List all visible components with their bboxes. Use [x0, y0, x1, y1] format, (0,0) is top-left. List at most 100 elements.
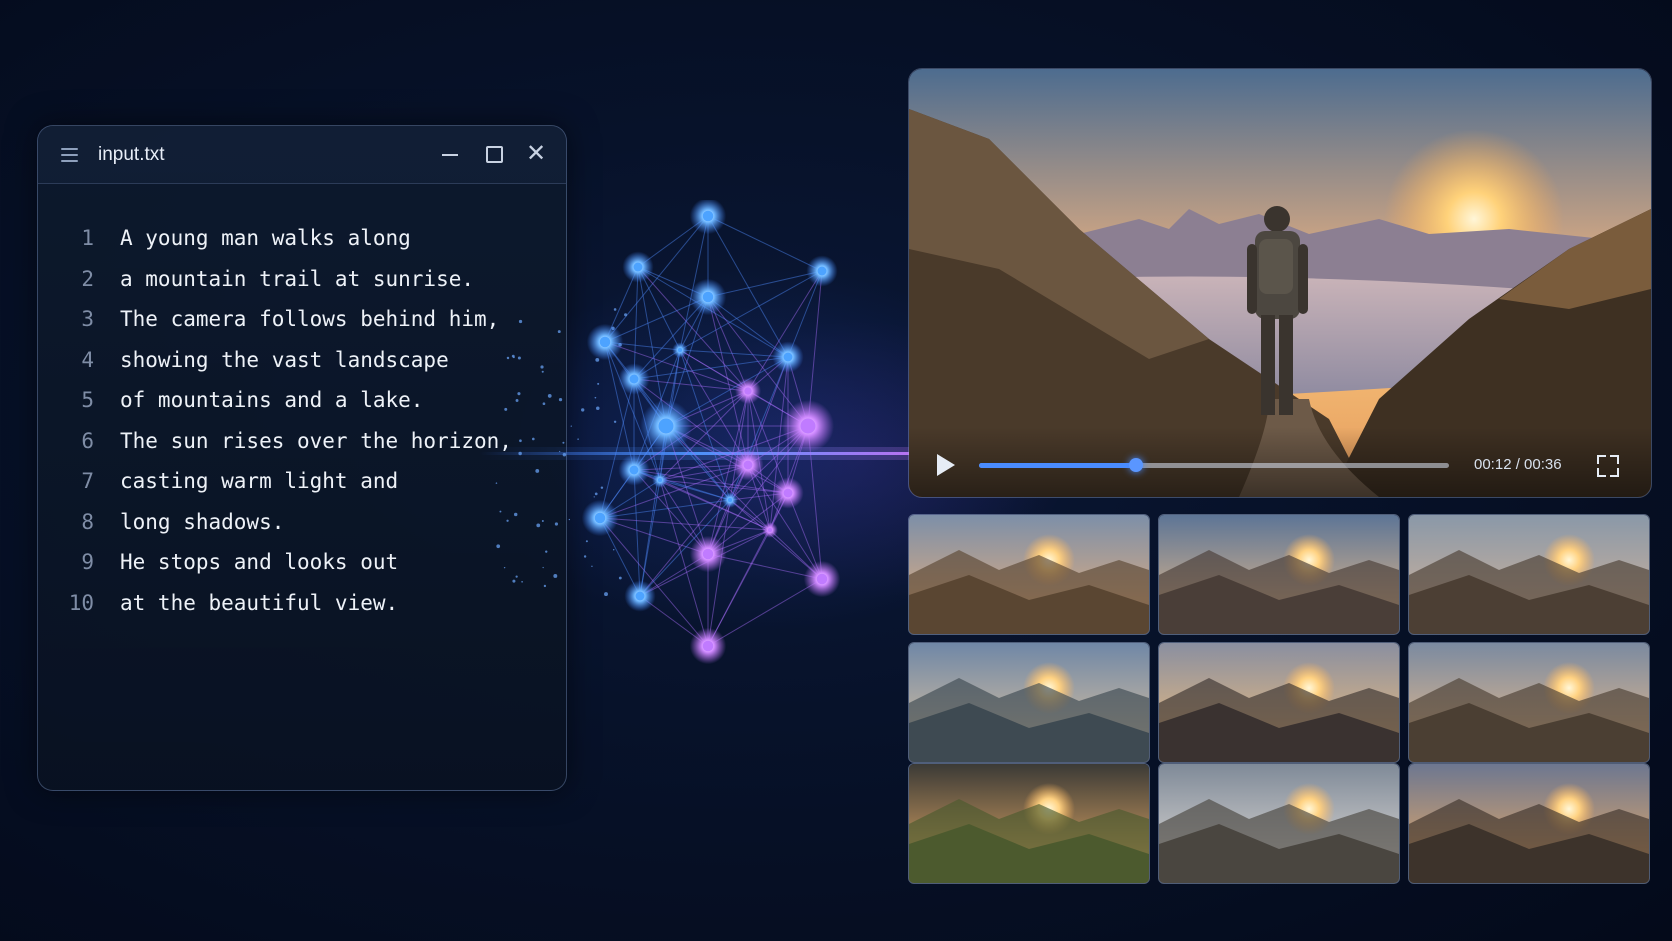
- network-node: [703, 549, 714, 560]
- thumbnail-man-standing-on-trail[interactable]: [1408, 642, 1650, 763]
- minimize-icon[interactable]: [438, 142, 462, 166]
- network-particle: [514, 513, 517, 516]
- network-particle: [519, 439, 522, 442]
- network-particle: [540, 365, 543, 368]
- network-particle: [513, 356, 515, 358]
- network-particle: [555, 522, 558, 525]
- network-edge: [605, 216, 708, 342]
- network-particle: [591, 566, 592, 567]
- line-number: 10: [64, 591, 94, 615]
- time-display: 00:12 / 00:36: [1474, 456, 1562, 473]
- thumbnail-image: [909, 764, 1149, 883]
- line-text: A young man walks along: [120, 226, 411, 250]
- network-node: [703, 292, 714, 303]
- network-particle: [595, 397, 597, 399]
- line-text: of mountains and a lake.: [120, 388, 423, 412]
- network-node: [817, 574, 828, 585]
- network-edge: [680, 350, 788, 357]
- network-particle: [542, 567, 543, 568]
- close-icon[interactable]: ✕: [524, 142, 548, 166]
- network-node: [678, 348, 683, 353]
- network-particle: [558, 330, 561, 333]
- thumbnail-man-looking-at-mountains[interactable]: [1408, 514, 1650, 635]
- thumbnail-mountain-peak-above-clouds[interactable]: [1158, 763, 1400, 884]
- network-particle: [586, 540, 588, 542]
- fullscreen-icon[interactable]: [1597, 455, 1619, 477]
- thumbnail-wildflowers-closeup[interactable]: [908, 763, 1150, 884]
- network-particle: [596, 407, 600, 411]
- network-particle: [504, 408, 507, 411]
- thumbnail-hiker-walking-trail-sunrise[interactable]: [908, 514, 1150, 635]
- network-particle: [496, 544, 500, 548]
- line-number: 3: [64, 307, 94, 331]
- line-number: 4: [64, 348, 94, 372]
- network-particle: [543, 402, 546, 405]
- network-node: [784, 353, 793, 362]
- network-node: [630, 466, 639, 475]
- network-particle: [518, 356, 521, 359]
- network-particle: [535, 469, 539, 473]
- thumbnail-man-overlooking-sunset-lake[interactable]: [1408, 763, 1650, 884]
- network-node: [595, 513, 606, 524]
- network-node: [768, 528, 773, 533]
- network-particle: [581, 408, 584, 411]
- network-particle: [516, 576, 518, 578]
- line-number: 9: [64, 550, 94, 574]
- network-particle: [594, 496, 595, 497]
- network-particle: [536, 524, 540, 528]
- thumbnail-image: [909, 643, 1149, 762]
- network-particle: [516, 399, 519, 402]
- thumbnail-mountain-lake-valley[interactable]: [908, 642, 1150, 763]
- neural-network-graphic: [480, 200, 920, 710]
- line-text: casting warm light and: [120, 469, 398, 493]
- line-number: 7: [64, 469, 94, 493]
- network-particle: [542, 371, 544, 373]
- network-particle: [577, 438, 579, 440]
- network-particle: [562, 442, 564, 444]
- network-particle: [542, 520, 544, 522]
- thumbnail-grid: [908, 514, 1650, 878]
- maximize-icon[interactable]: [481, 142, 505, 166]
- network-particle: [584, 555, 586, 557]
- thumbnail-image: [1409, 515, 1649, 634]
- thumbnail-image: [1159, 515, 1399, 634]
- line-number: 6: [64, 429, 94, 453]
- network-particle: [571, 425, 572, 426]
- line-text: He stops and looks out: [120, 550, 398, 574]
- line-number: 5: [64, 388, 94, 412]
- line-number: 1: [64, 226, 94, 250]
- network-node: [659, 419, 674, 434]
- thumbnail-sun-over-mountain-ridge[interactable]: [1158, 642, 1400, 763]
- progress-fill: [979, 463, 1136, 468]
- network-particle: [597, 383, 599, 385]
- player-controls: 00:12 / 00:36: [909, 427, 1651, 497]
- thumbnail-valley-lake-sunrise[interactable]: [1158, 514, 1400, 635]
- network-edge: [708, 216, 822, 271]
- network-node: [818, 267, 827, 276]
- network-node: [744, 461, 753, 470]
- thumbnail-image: [1409, 764, 1649, 883]
- thumbnail-image: [909, 515, 1149, 634]
- hamburger-menu-icon[interactable]: [61, 148, 78, 162]
- video-player[interactable]: 00:12 / 00:36: [908, 68, 1652, 498]
- network-particle: [519, 320, 522, 323]
- network-particle: [532, 438, 535, 441]
- network-particle: [553, 574, 557, 578]
- network-particle: [521, 581, 523, 583]
- line-text: The camera follows behind him,: [120, 307, 499, 331]
- line-text: a mountain trail at sunrise.: [120, 267, 474, 291]
- progress-bar[interactable]: [979, 463, 1449, 468]
- network-particle: [496, 482, 498, 484]
- line-number: 2: [64, 267, 94, 291]
- network-particle: [613, 549, 614, 550]
- network-node: [658, 478, 663, 483]
- progress-handle[interactable]: [1129, 458, 1143, 472]
- network-node: [784, 489, 793, 498]
- network-particle: [569, 519, 570, 520]
- network-node: [630, 375, 639, 384]
- play-icon[interactable]: [937, 454, 955, 476]
- thumbnail-image: [1159, 643, 1399, 762]
- network-node: [600, 337, 611, 348]
- network-particle: [517, 392, 520, 395]
- thumbnail-image: [1159, 764, 1399, 883]
